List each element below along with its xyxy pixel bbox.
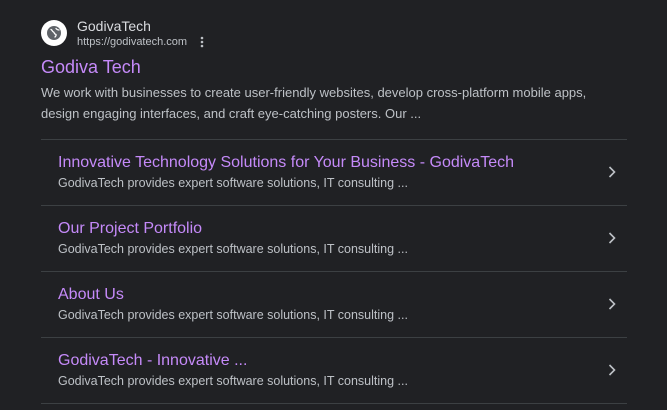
sitelink-title[interactable]: About Us bbox=[58, 284, 124, 306]
sitelink-description: GodivaTech provides expert software solu… bbox=[58, 242, 408, 256]
sitelink-description: GodivaTech provides expert software solu… bbox=[58, 176, 408, 190]
sitelink-title[interactable]: GodivaTech - Innovative ... bbox=[58, 350, 247, 372]
sitelink-item[interactable]: GodivaTech - Innovative ... GodivaTech p… bbox=[41, 338, 627, 404]
site-info: GodivaTech https://godivatech.com bbox=[77, 17, 207, 49]
url-line: https://godivatech.com bbox=[77, 35, 207, 49]
more-vert-icon[interactable] bbox=[197, 35, 207, 49]
result-snippet: We work with businesses to create user-f… bbox=[41, 85, 587, 121]
chevron-right-icon[interactable] bbox=[607, 297, 617, 311]
sitelink-item[interactable]: Innovative Technology Solutions for Your… bbox=[41, 140, 627, 206]
site-header: GodivaTech https://godivatech.com bbox=[41, 16, 627, 50]
globe-icon bbox=[47, 26, 61, 40]
chevron-right-icon[interactable] bbox=[607, 231, 617, 245]
sitelink-item[interactable]: About Us GodivaTech provides expert soft… bbox=[41, 272, 627, 338]
sitelink-description: GodivaTech provides expert software solu… bbox=[58, 308, 408, 322]
result-title-link[interactable]: Godiva Tech bbox=[41, 56, 627, 78]
favicon[interactable] bbox=[41, 20, 67, 46]
site-name[interactable]: GodivaTech bbox=[77, 17, 207, 35]
sitelink-title[interactable]: Innovative Technology Solutions for Your… bbox=[58, 152, 514, 174]
sitelink-item[interactable]: Our Project Portfolio GodivaTech provide… bbox=[41, 206, 627, 272]
sitelink-description: GodivaTech provides expert software solu… bbox=[58, 374, 408, 388]
chevron-right-icon[interactable] bbox=[607, 363, 617, 377]
sitelink-title[interactable]: Our Project Portfolio bbox=[58, 218, 202, 240]
search-result: GodivaTech https://godivatech.com Godiva… bbox=[41, 16, 627, 404]
sitelinks-list: Innovative Technology Solutions for Your… bbox=[41, 139, 627, 404]
site-url[interactable]: https://godivatech.com bbox=[77, 35, 187, 49]
chevron-right-icon[interactable] bbox=[607, 165, 617, 179]
